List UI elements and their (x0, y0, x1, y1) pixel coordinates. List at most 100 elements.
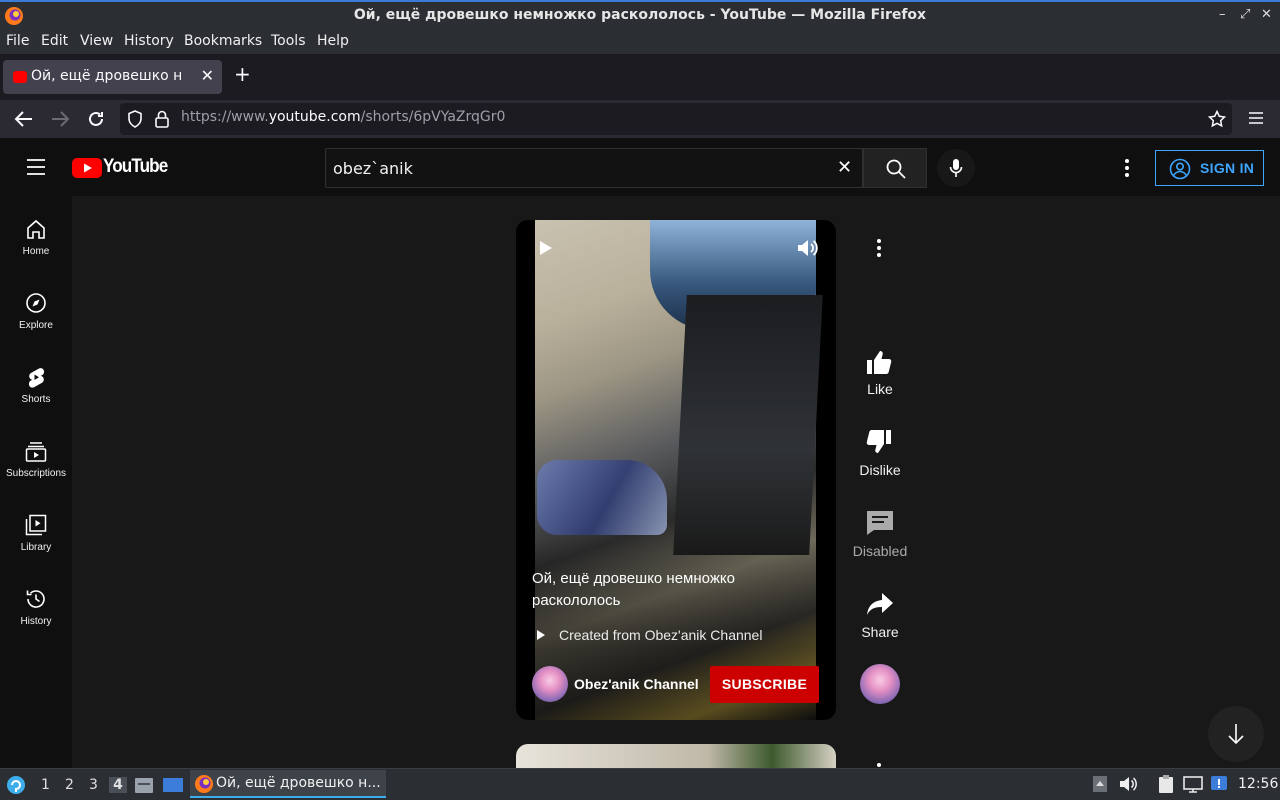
url-text: https://www.youtube.com/shorts/6pVYaZrqG… (181, 109, 505, 125)
hamburger-menu-icon[interactable] (1248, 110, 1264, 126)
url-scheme: https://www. (181, 109, 269, 125)
taskbar-firefox-task[interactable]: Ой, ещё дровешко н... (190, 770, 386, 798)
share-icon[interactable] (866, 592, 894, 616)
sidebar-item-label: Subscriptions (5, 468, 67, 479)
sidebar-item-label: Explore (19, 320, 53, 331)
menu-tools[interactable]: Tools (271, 33, 306, 49)
tray-up-icon[interactable] (1092, 775, 1108, 793)
dislike-icon[interactable] (865, 428, 893, 456)
like-label: Like (867, 381, 893, 397)
new-tab-button[interactable]: + (234, 62, 251, 86)
maximize-button[interactable]: ⤢ (1240, 7, 1250, 22)
tab-close-icon[interactable]: ✕ (201, 66, 214, 85)
sign-in-button[interactable]: SIGN IN (1155, 150, 1264, 186)
tab-strip: Ой, ещё дровешко немножко раскололось ✕ (0, 54, 1280, 100)
network-icon[interactable] (1183, 775, 1203, 793)
workspace-1[interactable]: 1 (41, 777, 50, 793)
speaker-icon[interactable] (1119, 775, 1137, 793)
reload-icon[interactable] (87, 110, 105, 128)
sidebar-item-label: Shorts (21, 394, 51, 405)
menu-file[interactable]: File (6, 33, 29, 49)
voice-search-button[interactable] (937, 149, 975, 187)
shorts-icon (28, 368, 45, 388)
created-from-prefix: Created from (559, 627, 645, 643)
search-button[interactable] (863, 148, 927, 188)
sidebar-item-label: Home (22, 246, 50, 257)
account-icon (1169, 158, 1191, 180)
menu-view[interactable]: View (80, 33, 113, 49)
youtube-logo-text: YouTube (103, 156, 168, 177)
firefox-task-icon (195, 775, 213, 793)
home-icon (27, 219, 45, 239)
window-title: Ой, ещё дровешко немножко раскололось - … (353, 7, 927, 23)
search-icon (886, 159, 906, 179)
more-options-icon[interactable] (1124, 158, 1130, 178)
forward-icon[interactable] (50, 110, 70, 128)
sidebar-item-subscriptions[interactable]: Subscriptions (0, 418, 72, 492)
history-icon (26, 590, 45, 608)
close-window-button[interactable]: ✕ (1261, 7, 1272, 22)
clipboard-icon[interactable] (1156, 774, 1176, 794)
dislike-label: Dislike (859, 462, 901, 478)
short-more-options-icon[interactable] (876, 238, 882, 258)
video-content-detail (673, 295, 823, 555)
created-from-channel: Obez'anik Channel (644, 627, 763, 643)
sidebar-item-label: History (20, 616, 52, 627)
channel-avatar-small[interactable] (860, 664, 900, 704)
back-icon[interactable] (14, 110, 34, 128)
library-icon (25, 514, 47, 536)
menu-bookmarks[interactable]: Bookmarks (184, 33, 262, 49)
youtube-favicon-icon (13, 71, 27, 83)
url-path: /shorts/6pVYaZrqGr0 (360, 109, 506, 125)
subscriptions-icon (25, 442, 47, 462)
channel-name[interactable]: Obez'anik Channel (574, 676, 699, 692)
guide-menu-icon[interactable] (26, 158, 46, 176)
sidebar-item-explore[interactable]: Explore (0, 270, 72, 344)
subscribe-button[interactable]: SUBSCRIBE (710, 666, 819, 703)
play-icon[interactable] (539, 240, 553, 256)
compass-icon (26, 293, 46, 313)
lock-icon[interactable] (155, 110, 169, 128)
browser-tab[interactable]: Ой, ещё дровешко немножко раскололось ✕ (3, 60, 222, 94)
menu-bar: File Edit View History Bookmarks Tools H… (0, 30, 1280, 54)
youtube-logo[interactable]: YouTube (72, 156, 172, 179)
workspace-3[interactable]: 3 (89, 777, 98, 793)
clock: 12:56 (1238, 776, 1279, 792)
tab-label: Ой, ещё дровешко немножко раскололось (31, 68, 181, 84)
comments-icon[interactable] (866, 510, 894, 536)
sidebar-item-home[interactable]: Home (0, 196, 72, 270)
video-content-detail (537, 460, 667, 535)
sidebar-item-library[interactable]: Library (0, 492, 72, 566)
start-menu-icon[interactable] (6, 775, 26, 795)
menu-edit[interactable]: Edit (41, 33, 68, 49)
youtube-play-logo-icon (72, 158, 102, 178)
task-label: Ой, ещё дровешко н... (216, 775, 381, 791)
search-query: obez`anik (333, 159, 413, 178)
next-short-preview[interactable] (516, 744, 836, 768)
notification-icon[interactable] (1209, 774, 1229, 794)
sidebar-item-history[interactable]: History (0, 566, 72, 640)
sidebar-item-label: Library (20, 542, 52, 553)
sidebar-item-shorts[interactable]: Shorts (0, 344, 72, 418)
subscribe-label: SUBSCRIBE (721, 676, 808, 692)
workspace-4[interactable]: 4 (109, 777, 127, 793)
next-video-button[interactable] (1208, 706, 1264, 762)
arrow-down-icon (1228, 724, 1244, 745)
file-manager-icon[interactable] (134, 775, 154, 795)
channel-avatar[interactable] (532, 666, 568, 702)
menu-history[interactable]: History (124, 33, 174, 49)
minimize-button[interactable]: – (1219, 7, 1226, 22)
like-icon[interactable] (865, 348, 893, 376)
short-title[interactable]: Ой, ещё дровешко немножко раскололось (532, 568, 792, 612)
show-desktop-icon[interactable] (162, 775, 184, 795)
workspace-2[interactable]: 2 (65, 777, 74, 793)
guide-sidebar: Home Explore Shorts Subscriptions Librar… (0, 196, 72, 768)
share-label: Share (861, 624, 899, 640)
comments-disabled-label: Disabled (852, 543, 908, 559)
volume-icon[interactable] (797, 238, 819, 258)
shield-icon[interactable] (127, 110, 143, 128)
bookmark-star-icon[interactable] (1208, 110, 1226, 128)
created-from-link[interactable]: Created from Obez'anik Channel (559, 627, 762, 643)
menu-help[interactable]: Help (317, 33, 349, 49)
clear-search-icon[interactable]: ✕ (837, 157, 852, 178)
